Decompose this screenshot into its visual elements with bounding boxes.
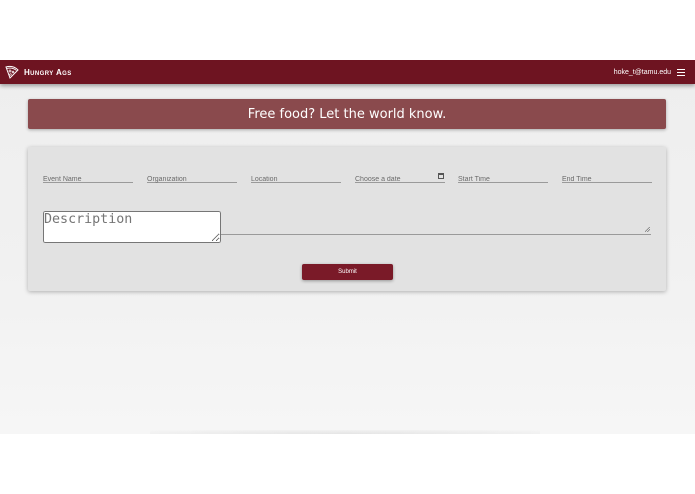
resize-handle-icon[interactable] xyxy=(645,227,650,232)
description-input[interactable] xyxy=(43,211,221,243)
event-name-input[interactable] xyxy=(43,172,133,187)
brand[interactable]: Hungry Ags xyxy=(4,64,72,80)
event-form-card: Submit xyxy=(28,147,666,291)
nav-user-area: hoke_t@tamu.edu xyxy=(614,68,685,76)
submit-button[interactable]: Submit xyxy=(302,264,393,280)
calendar-icon[interactable] xyxy=(438,173,444,179)
end-time-input[interactable] xyxy=(562,172,652,187)
header-banner: Free food? Let the world know. xyxy=(28,99,666,129)
hamburger-menu-icon[interactable] xyxy=(677,68,685,76)
top-navbar: Hungry Ags hoke_t@tamu.edu xyxy=(0,60,695,84)
banner-title: Free food? Let the world know. xyxy=(247,106,447,122)
pizza-slice-icon xyxy=(5,65,19,79)
brand-name: Hungry Ags xyxy=(24,67,72,77)
end-time-field xyxy=(562,168,652,187)
app-viewport: Hungry Ags hoke_t@tamu.edu Free food? Le… xyxy=(0,60,695,434)
user-email[interactable]: hoke_t@tamu.edu xyxy=(614,69,671,76)
organization-input[interactable] xyxy=(147,172,237,187)
location-field xyxy=(251,168,341,187)
description-field xyxy=(43,211,651,243)
date-input[interactable] xyxy=(355,172,445,187)
event-name-field xyxy=(43,168,133,187)
organization-field xyxy=(147,168,237,187)
date-field xyxy=(355,168,445,187)
location-input[interactable] xyxy=(251,172,341,187)
start-time-field xyxy=(458,168,548,187)
start-time-input[interactable] xyxy=(458,172,548,187)
bottom-shadow xyxy=(150,430,540,434)
